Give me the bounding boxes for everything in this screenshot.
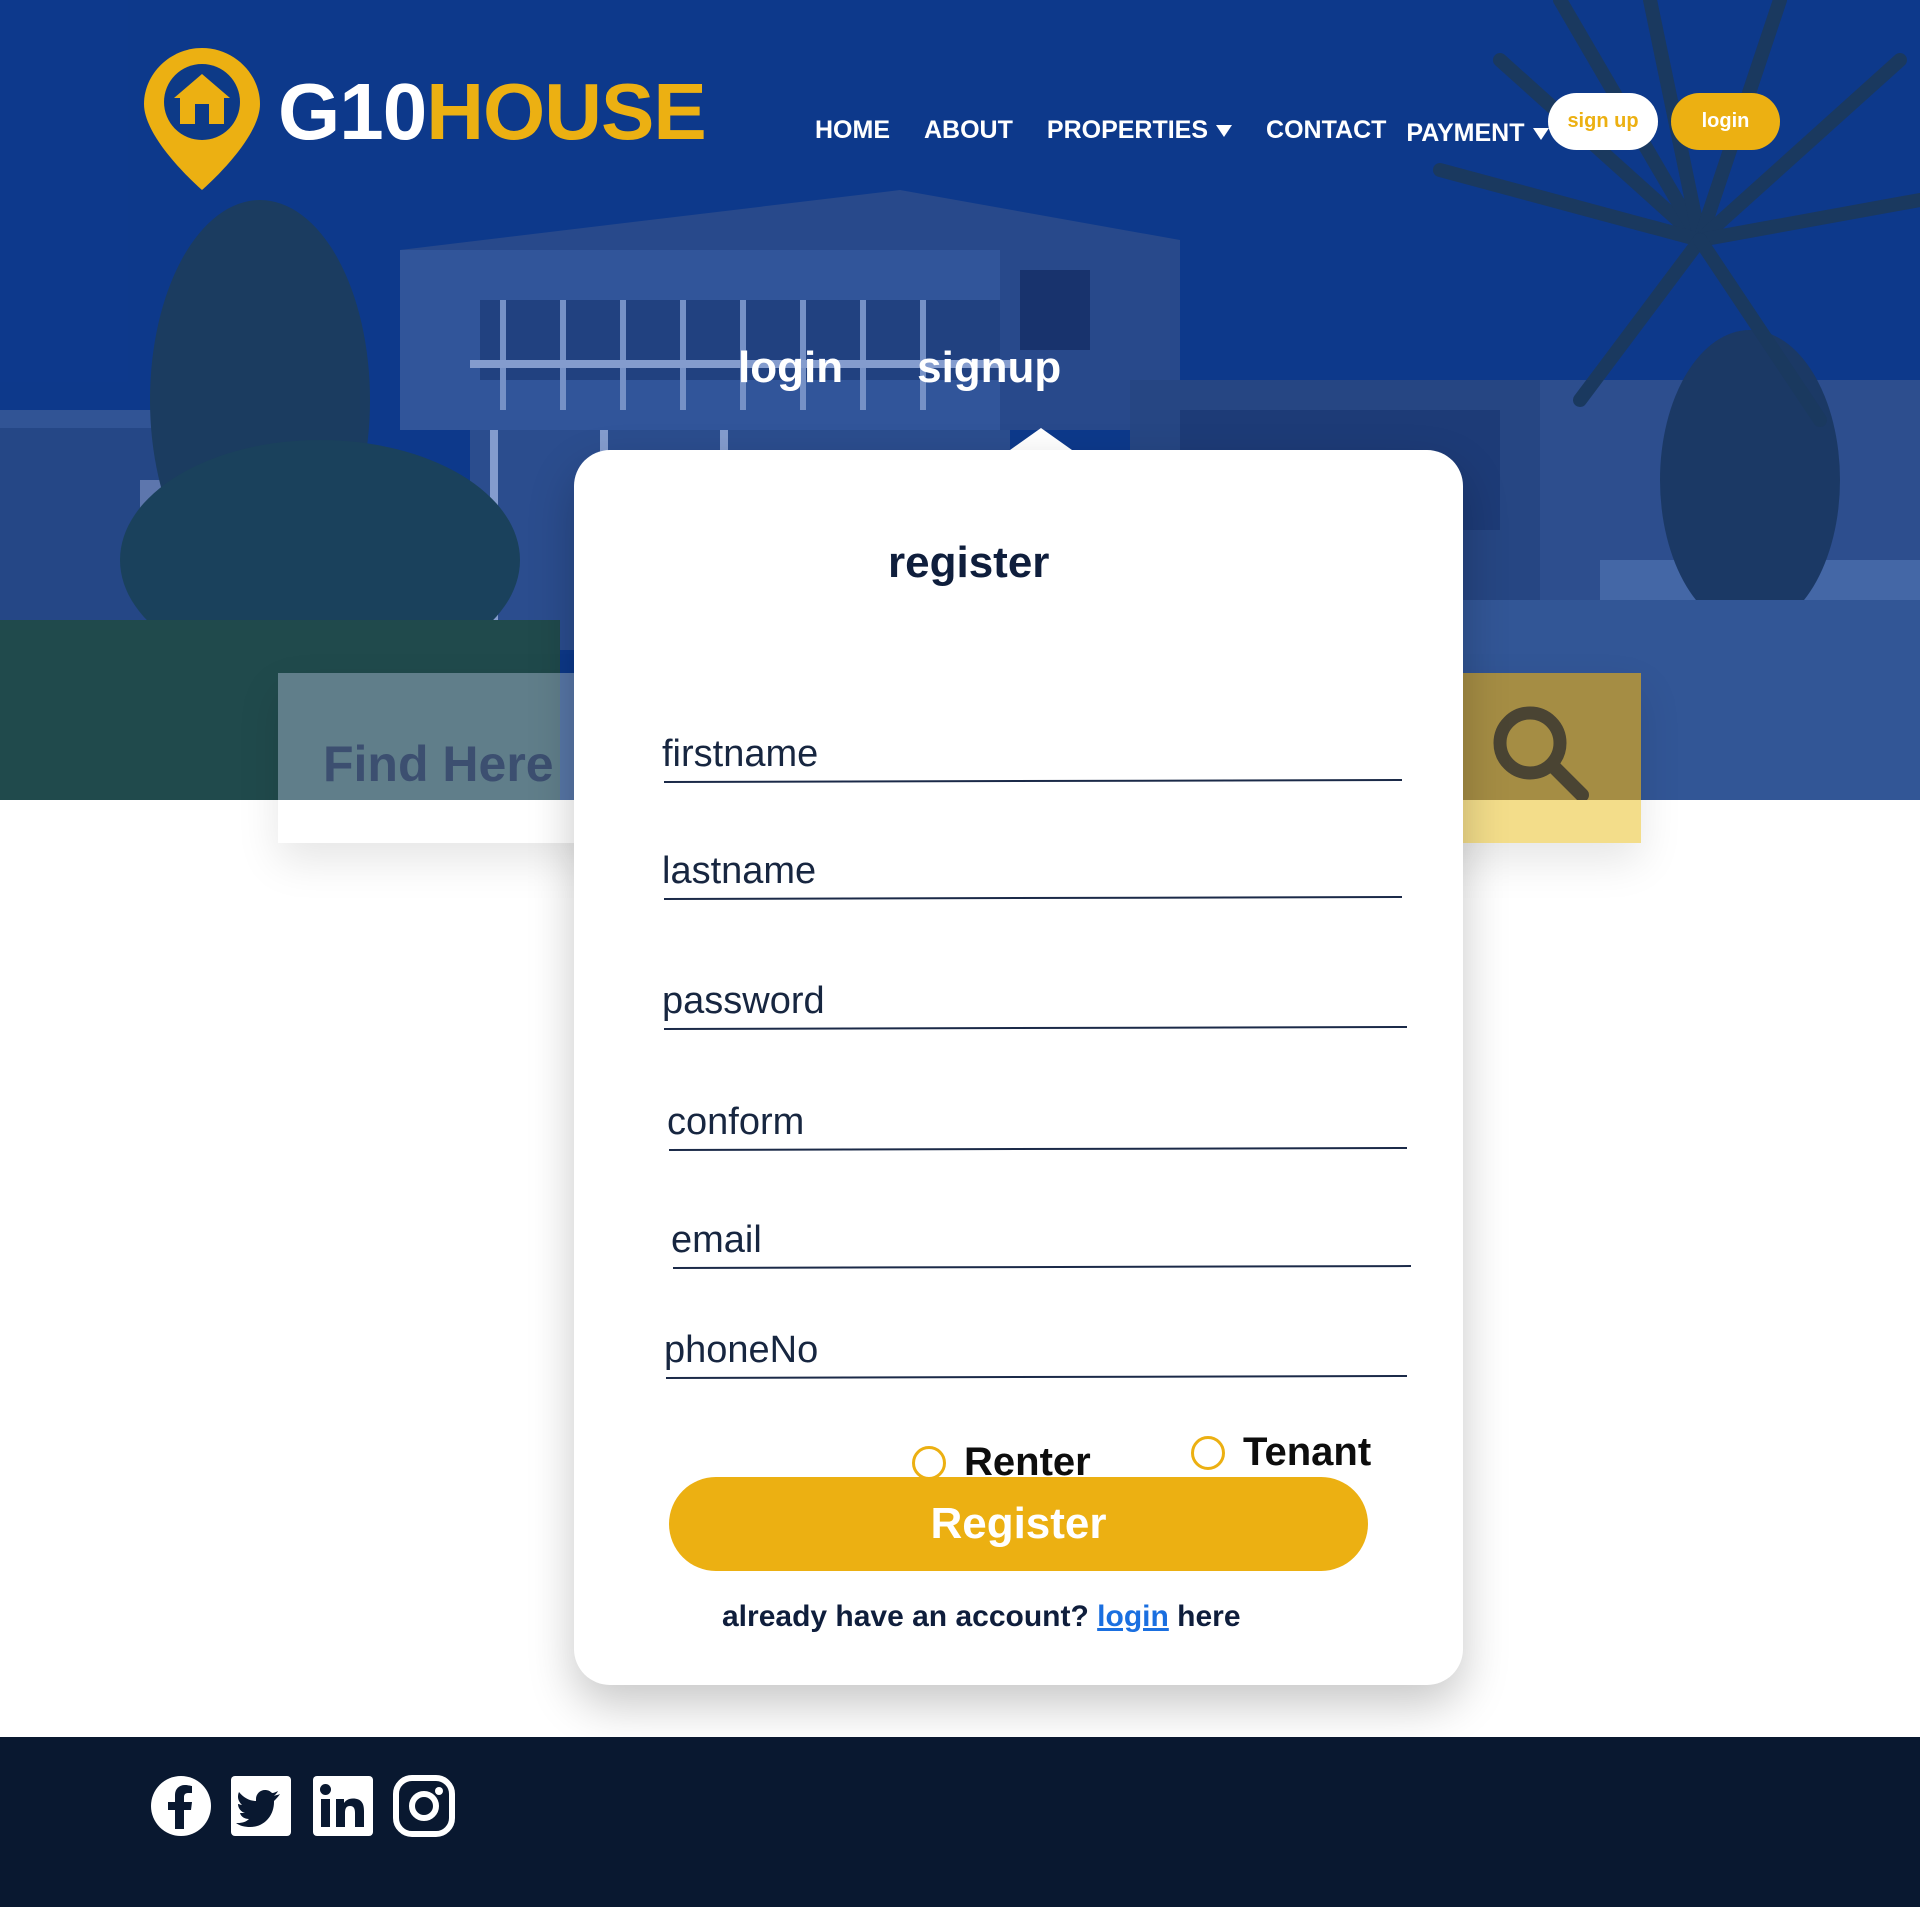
- email-field[interactable]: email: [671, 1208, 1412, 1269]
- social-links: [312, 1775, 374, 1837]
- social-links: [230, 1775, 292, 1837]
- email-label: email: [671, 1219, 762, 1261]
- phone-label: phoneNo: [664, 1329, 819, 1371]
- nav-item-label: PAYMENT: [1406, 119, 1525, 147]
- field-underline: [663, 779, 1403, 783]
- nav-item-label: PROPERTIES: [1046, 116, 1209, 144]
- twitter-icon[interactable]: [230, 1775, 292, 1837]
- nav-item-label: ABOUT: [924, 116, 1013, 144]
- firstname-field[interactable]: firstname: [662, 722, 1403, 783]
- login-prompt-suffix: here: [1177, 1600, 1241, 1633]
- caret-down-icon: [1532, 127, 1549, 140]
- confirm-label: conform: [667, 1101, 805, 1143]
- login-prompt: already have an account? login here: [722, 1600, 1241, 1634]
- location-pin-house-icon: [144, 48, 260, 190]
- tenant-label: Tenant: [1243, 1430, 1372, 1474]
- lastname-field[interactable]: lastname: [662, 839, 1403, 900]
- password-label: password: [662, 980, 825, 1022]
- facebook-icon[interactable]: [150, 1775, 212, 1837]
- field-underline: [663, 896, 1403, 900]
- brand-name: G10HOUSE: [278, 72, 707, 152]
- nav-item-about[interactable]: ABOUT: [924, 116, 1013, 145]
- register-button[interactable]: Register: [669, 1477, 1368, 1571]
- login-button[interactable]: login: [1671, 93, 1780, 150]
- tab-login[interactable]: login: [738, 343, 843, 393]
- field-underline: [663, 1026, 1408, 1030]
- firstname-label: firstname: [662, 733, 819, 775]
- field-underline: [668, 1147, 1408, 1151]
- nav-item-label: CONTACT: [1266, 116, 1387, 144]
- form-title: register: [888, 538, 1050, 587]
- search-placeholder: Find Here: [323, 736, 554, 792]
- linkedin-icon[interactable]: [312, 1775, 374, 1837]
- caret-down-icon: [1216, 124, 1233, 137]
- tenant-radio[interactable]: Tenant: [1191, 1430, 1371, 1475]
- tab-signup[interactable]: signup: [917, 343, 1061, 393]
- search-icon: [1493, 706, 1589, 802]
- radio-circle-icon: [912, 1445, 946, 1480]
- social-links: [393, 1775, 455, 1837]
- nav-item-payment[interactable]: PAYMENT: [1406, 119, 1549, 148]
- main-nav: HOME ABOUT PROPERTIES CONTACT PAYMENT: [815, 113, 1583, 148]
- instagram-icon[interactable]: [393, 1775, 455, 1837]
- lastname-label: lastname: [662, 850, 817, 892]
- nav-item-label: HOME: [815, 116, 890, 144]
- active-tab-pointer: [1010, 428, 1072, 450]
- nav-item-contact[interactable]: CONTACT: [1266, 116, 1386, 145]
- brand-logo[interactable]: G10HOUSE: [140, 44, 707, 194]
- social-links: [150, 1775, 212, 1837]
- password-field[interactable]: password: [662, 969, 1408, 1030]
- radio-circle-icon: [1191, 1435, 1225, 1470]
- login-prompt-prefix: already have an account?: [722, 1600, 1089, 1633]
- brand-name-part1: G10: [278, 67, 427, 156]
- nav-item-home[interactable]: HOME: [815, 116, 890, 145]
- brand-name-part2: HOUSE: [426, 67, 706, 156]
- signup-button[interactable]: sign up: [1548, 93, 1658, 150]
- field-underline: [665, 1375, 1408, 1379]
- nav-item-properties[interactable]: PROPERTIES: [1046, 116, 1233, 145]
- register-card: register firstname lastname password con…: [574, 450, 1463, 1685]
- field-underline: [672, 1265, 1412, 1269]
- login-link[interactable]: login: [1097, 1600, 1169, 1633]
- confirm-field[interactable]: conform: [667, 1090, 1408, 1151]
- auth-tabs: login signup: [738, 343, 1061, 393]
- search-button-lower: [1463, 800, 1641, 843]
- phone-field[interactable]: phoneNo: [664, 1318, 1408, 1379]
